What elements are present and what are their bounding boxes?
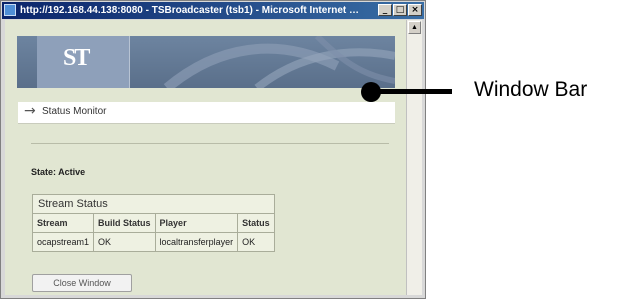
banner-swirl-graphic	[163, 36, 395, 88]
state-text: State: Active	[31, 167, 86, 177]
cell-build-status: OK	[93, 232, 156, 252]
close-window-button[interactable]: ×	[408, 4, 422, 16]
maximize-button[interactable]: □	[393, 4, 407, 16]
cell-status: OK	[237, 232, 275, 252]
window-controls: _ □ ×	[378, 4, 422, 16]
window-bar-callout-label: Window Bar	[474, 78, 588, 101]
page-content: ST → Status Monitor State: Active Stream…	[5, 20, 407, 295]
callout-line	[374, 89, 452, 94]
scroll-up-arrow-icon[interactable]: ▲	[408, 21, 421, 34]
status-monitor-label: Status Monitor	[42, 106, 107, 117]
ie-page-icon	[4, 4, 16, 16]
table-header-row: Stream Build Status Player Status	[31, 213, 275, 233]
close-window-page-button[interactable]: Close Window	[32, 274, 132, 292]
header-banner: ST	[17, 36, 395, 88]
column-header-player: Player	[154, 213, 239, 233]
cell-player: localtransferplayer	[154, 232, 239, 252]
window-title: http://192.168.44.138:8080 - TSBroadcast…	[20, 5, 364, 16]
section-divider	[31, 143, 389, 144]
column-header-build-status: Build Status	[93, 213, 156, 233]
window-title-bar[interactable]: http://192.168.44.138:8080 - TSBroadcast…	[2, 2, 424, 19]
vertical-scrollbar[interactable]: ▲	[406, 20, 422, 295]
column-header-stream: Stream	[31, 213, 95, 233]
status-monitor-bar: → Status Monitor	[18, 102, 395, 124]
browser-window: http://192.168.44.138:8080 - TSBroadcast…	[0, 0, 426, 299]
stream-status-caption: Stream Status	[32, 194, 275, 214]
table-row: ocapstream1 OK localtransferplayer OK	[31, 232, 275, 252]
minimize-button[interactable]: _	[378, 4, 392, 16]
column-header-status: Status	[237, 213, 275, 233]
stream-status-table: Stream Status Stream Build Status Player…	[31, 194, 275, 252]
right-arrow-icon: →	[24, 103, 36, 119]
cell-stream: ocapstream1	[31, 232, 95, 252]
